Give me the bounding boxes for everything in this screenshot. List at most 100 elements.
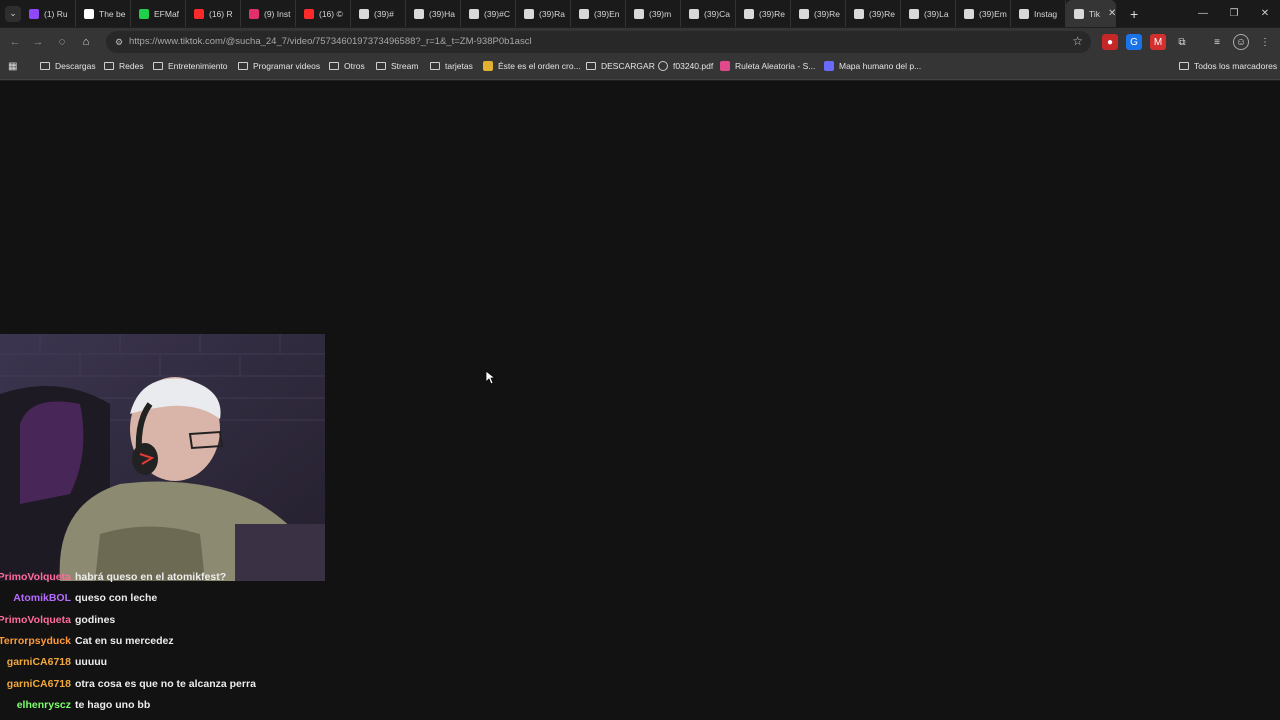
tab-title: (39)Em <box>979 8 1007 19</box>
tab-title: (39)En <box>594 8 620 19</box>
tab-0[interactable]: (1) Ru <box>21 0 76 27</box>
tab-5[interactable]: (16) © <box>296 0 351 27</box>
tab-favicon-icon <box>524 8 534 19</box>
profile-avatar-icon[interactable]: ☺ <box>1233 34 1249 50</box>
tab-14[interactable]: (39)Re <box>791 0 846 27</box>
tab-18[interactable]: Instag <box>1011 0 1066 27</box>
bookmark-item[interactable]: Todos los marcadores <box>1179 61 1277 71</box>
tab-title: The be <box>99 8 126 19</box>
forward-icon[interactable]: → <box>30 34 46 50</box>
bookmark-label: Otros <box>344 61 365 71</box>
restore-icon[interactable]: ❐ <box>1219 0 1249 27</box>
browser-chrome: ⌄ (1) Ru The be EFMaf (16) R (9) Inst (16) © (… <box>0 0 1280 81</box>
tab-4[interactable]: (9) Inst <box>241 0 296 27</box>
tab-favicon-icon <box>909 8 919 19</box>
media-control-icon[interactable]: ≡ <box>1209 34 1225 50</box>
webcam-overlay <box>0 334 325 581</box>
loading-icon[interactable]: ◌ <box>54 34 70 50</box>
globe-icon <box>658 61 668 71</box>
back-icon[interactable]: ← <box>7 34 23 50</box>
chat-text: godines <box>75 613 116 626</box>
bookmark-label: tarjetas <box>445 61 473 71</box>
tab-title: (39)Re <box>759 8 785 19</box>
tab-10[interactable]: (39)En <box>571 0 626 27</box>
new-tab-icon[interactable]: + <box>1130 6 1138 22</box>
chat-text: habrá queso en el atomikfest? <box>75 571 227 583</box>
bookmark-star-icon[interactable]: ☆ <box>1072 34 1083 48</box>
tab-favicon-icon <box>744 8 754 19</box>
chat-message: garniCA6718 otra cosa es que no te alcanz… <box>0 678 500 694</box>
bookmark-item[interactable]: Ruleta Aleatoria - S... <box>720 61 815 71</box>
extension-monster-icon[interactable]: M <box>1150 34 1166 50</box>
minimize-icon[interactable]: — <box>1188 0 1218 27</box>
folder-icon <box>153 62 163 70</box>
tab-title: (16) © <box>319 8 343 19</box>
site-info-icon[interactable]: ⚙ <box>112 35 126 49</box>
extensions-puzzle-icon[interactable]: ⧉ <box>1174 34 1190 50</box>
close-window-icon[interactable]: ✕ <box>1250 0 1280 27</box>
chat-message: Terrorpsyduck Cat en su mercedez <box>0 635 500 651</box>
tab-close-icon[interactable]: ✕ <box>1108 8 1115 19</box>
address-bar[interactable]: ⚙ https://www.tiktok.com/@sucha_24_7/vid… <box>106 31 1091 53</box>
tab-9[interactable]: (39)Ra <box>516 0 571 27</box>
tab-12[interactable]: (39)Ca <box>681 0 736 27</box>
tab-search-icon[interactable]: ⌄ <box>5 5 21 22</box>
chat-username: AtomikBOL <box>13 592 71 605</box>
apps-grid-icon[interactable]: ▦ <box>8 61 17 72</box>
tab-title: EFMaf <box>154 8 180 19</box>
toolbar: ← → ◌ ⌂ ⚙ https://www.tiktok.com/@sucha_… <box>0 28 1280 56</box>
tab-8[interactable]: (39)#C <box>461 0 516 27</box>
tab-1[interactable]: The be <box>76 0 131 27</box>
chat-username: PrimoVolqueta <box>0 613 71 626</box>
bookmark-item[interactable]: Entretenimiento <box>153 61 228 71</box>
bookmark-label: Todos los marcadores <box>1194 61 1278 71</box>
bookmark-favicon <box>824 61 834 71</box>
tab-favicon-icon <box>579 8 589 19</box>
translate-icon[interactable]: G <box>1126 34 1142 50</box>
tab-favicon-icon <box>1019 8 1029 19</box>
bookmark-item[interactable]: Stream <box>376 61 418 71</box>
tab-15[interactable]: (39)Re <box>846 0 901 27</box>
tab-11[interactable]: (39)m <box>626 0 681 27</box>
tab-19[interactable]: Tik ✕ <box>1066 0 1116 27</box>
home-icon[interactable]: ⌂ <box>78 34 94 50</box>
chat-username: Terrorpsyduck <box>0 634 71 647</box>
mouse-cursor-icon <box>486 371 496 385</box>
folder-icon <box>1179 62 1189 70</box>
tab-favicon-icon <box>1074 8 1084 19</box>
chat-text: Cat en su mercedez <box>75 634 174 647</box>
bookmark-item[interactable]: Descargas <box>40 61 96 71</box>
menu-dots-icon[interactable]: ⋮ <box>1257 34 1273 50</box>
tab-7[interactable]: (39)Ha <box>406 0 461 27</box>
tab-13[interactable]: (39)Re <box>736 0 791 27</box>
folder-icon <box>40 62 50 70</box>
chat-message: PrimoVolqueta godines <box>0 614 500 630</box>
tab-title: (39)#C <box>484 8 510 19</box>
tab-favicon-icon <box>689 8 699 19</box>
bookmark-item[interactable]: Programar videos <box>238 61 320 71</box>
tab-6[interactable]: (39)# <box>351 0 406 27</box>
bookmark-item[interactable]: f03240.pdf <box>658 61 713 71</box>
folder-icon <box>376 62 386 70</box>
tab-3[interactable]: (16) R <box>186 0 241 27</box>
tab-favicon-icon <box>139 8 149 19</box>
bookmark-item[interactable]: Éste es el orden cro... <box>483 61 581 71</box>
bookmark-label: Redes <box>119 61 144 71</box>
tab-title: Tik <box>1089 8 1101 19</box>
tab-16[interactable]: (39)La <box>901 0 956 27</box>
bookmark-item[interactable]: tarjetas <box>430 61 473 71</box>
bookmark-item[interactable]: DESCARGAR <box>586 61 655 71</box>
tab-favicon-icon <box>84 8 94 19</box>
chat-text: queso con leche <box>75 592 158 605</box>
tab-favicon-icon <box>634 8 644 19</box>
chat-text: te hago uno bb <box>75 698 151 711</box>
bookmark-label: Stream <box>391 61 419 71</box>
tab-17[interactable]: (39)Em <box>956 0 1011 27</box>
bookmark-item[interactable]: Mapa humano del p... <box>824 61 921 71</box>
tab-2[interactable]: EFMaf <box>131 0 186 27</box>
folder-icon <box>586 62 596 70</box>
url-text: https://www.tiktok.com/@sucha_24_7/video… <box>129 36 532 47</box>
bookmark-item[interactable]: Redes <box>104 61 144 71</box>
extension-red-icon[interactable]: ● <box>1102 34 1118 50</box>
bookmark-item[interactable]: Otros <box>329 61 365 71</box>
